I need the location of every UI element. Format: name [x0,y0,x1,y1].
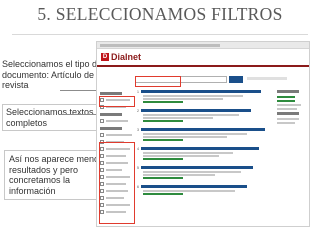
search-options[interactable] [247,77,287,80]
filter-heading [100,92,122,95]
highlight-tipo-documento [99,96,135,107]
title-divider [12,34,308,35]
filter-item[interactable] [100,133,134,137]
note-textos-completos: Seleccionamos textos completos [2,104,110,131]
connector-line-1 [60,90,100,91]
panel-link[interactable] [277,100,295,102]
results-list: 1 2 3 4 5 6 [137,90,273,201]
list-item[interactable]: 6 [137,185,273,195]
list-item[interactable]: 5 [137,166,273,179]
list-item[interactable]: 4 [137,147,273,160]
slide-title: 5. SELECCIONAMOS FILTROS [37,4,283,24]
dialnet-header: D Dialnet [97,49,309,67]
panel-heading [277,112,299,115]
checkbox-icon[interactable] [100,133,104,137]
dialnet-screenshot: D Dialnet 1 2 3 4 5 6 [96,41,310,227]
panel-link[interactable] [277,96,295,98]
checkbox-icon[interactable] [100,119,104,123]
right-panel [277,90,305,126]
list-item[interactable]: 2 [137,109,273,122]
list-item[interactable]: 3 [137,128,273,141]
highlight-search-filter [135,76,181,87]
search-button[interactable] [229,76,243,83]
filter-item[interactable] [100,119,134,123]
note-tipo-documento: Seleccionamos el tipo de documento: Artí… [2,59,103,90]
dialnet-logo-text[interactable]: Dialnet [111,52,141,62]
filter-heading [100,113,122,116]
list-item[interactable]: 1 [137,90,273,103]
connector-line-2 [60,114,100,115]
filter-heading [100,127,122,130]
dialnet-logo-icon: D [101,53,109,61]
highlight-filters [99,142,135,224]
browser-url-bar [97,42,309,49]
panel-heading [277,90,299,93]
